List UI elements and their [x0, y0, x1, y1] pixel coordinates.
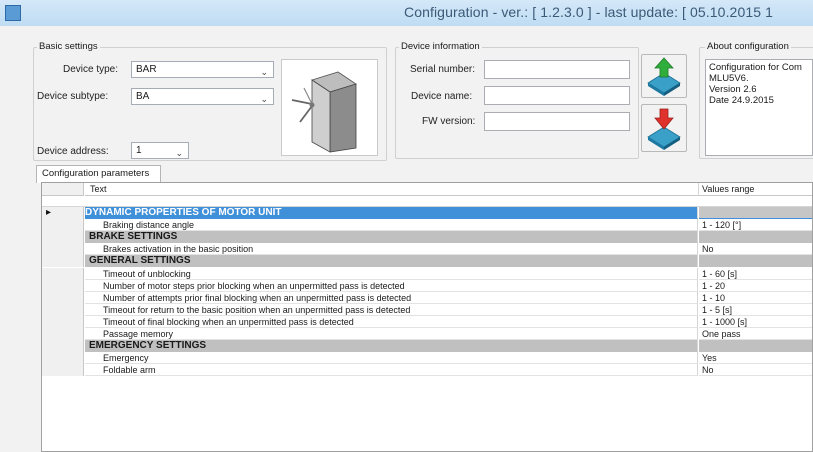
row-text-cell: Timeout of unblocking	[85, 267, 698, 280]
upload-arrow-icon	[647, 57, 681, 96]
row-text-cell: DYNAMIC PROPERTIES OF MOTOR UNIT	[85, 207, 698, 219]
column-header-text[interactable]: Text	[85, 183, 699, 196]
row-header-cell[interactable]	[42, 328, 84, 340]
parameters-grid[interactable]: Text Values range ▸ DYNAMIC PROPERTIES OF…	[41, 182, 813, 452]
chevron-down-icon: ⌄	[175, 148, 183, 158]
row-value-cell[interactable]	[699, 207, 812, 219]
row-value-cell[interactable]	[699, 340, 812, 353]
row-value-cell[interactable]: 1 - 5 [s]	[699, 304, 812, 316]
device-type-value: BAR	[136, 64, 157, 75]
chevron-down-icon: ⌄	[260, 94, 268, 104]
section-row[interactable]: EMERGENCY SETTINGS	[42, 340, 812, 353]
section-row[interactable]: ▸ DYNAMIC PROPERTIES OF MOTOR UNIT	[42, 207, 812, 219]
row-value-cell[interactable]: 1 - 20	[699, 280, 812, 292]
row-value-cell[interactable]: 1 - 60 [s]	[699, 268, 812, 280]
row-header-cell[interactable]: ▸	[42, 207, 84, 219]
tab-configuration-parameters[interactable]: Configuration parameters	[36, 165, 161, 183]
serial-number-field[interactable]	[484, 60, 630, 79]
row-text-cell: GENERAL SETTINGS	[85, 255, 698, 268]
serial-number-label: Serial number:	[410, 64, 476, 75]
table-row[interactable]: Braking distance angle 1 - 120 [°]	[42, 219, 812, 232]
device-type-select[interactable]: BAR ⌄	[131, 61, 274, 78]
section-row[interactable]: BRAKE SETTINGS	[42, 231, 812, 244]
row-text-cell: Braking distance angle	[85, 219, 698, 232]
table-row[interactable]: Number of motor steps prior blocking whe…	[42, 279, 812, 292]
row-value-cell[interactable]	[699, 255, 812, 268]
row-value-cell[interactable]: 1 - 120 [°]	[699, 219, 812, 232]
fw-version-label: FW version:	[422, 116, 476, 127]
device-name-field[interactable]	[484, 86, 630, 105]
row-header-cell[interactable]	[42, 303, 84, 316]
table-row[interactable]: Timeout of unblocking 1 - 60 [s]	[42, 267, 812, 280]
device-subtype-select[interactable]: BA ⌄	[131, 88, 274, 105]
row-value-cell[interactable]: No	[699, 364, 812, 377]
row-value-cell[interactable]: 1 - 10	[699, 292, 812, 304]
basic-settings-label: Basic settings	[37, 41, 100, 52]
row-header-cell[interactable]	[42, 364, 84, 377]
window-title: Configuration - ver.: [ 1.2.3.0 ] - last…	[404, 4, 773, 20]
row-header-column	[42, 183, 84, 196]
row-header-cell[interactable]	[42, 291, 84, 304]
row-header-cell[interactable]	[42, 352, 84, 365]
row-text-cell: Number of motor steps prior blocking whe…	[85, 279, 698, 292]
row-text-cell: Number of attempts prior final blocking …	[85, 291, 698, 304]
chevron-down-icon: ⌄	[260, 67, 268, 77]
about-text: Configuration for Com MLU5V6. Version 2.…	[705, 59, 813, 156]
row-header-cell[interactable]	[42, 315, 84, 328]
upload-button[interactable]	[641, 54, 687, 98]
row-header-cell[interactable]	[42, 267, 84, 280]
table-row[interactable]: Brakes activation in the basic position N…	[42, 243, 812, 256]
row-header-cell[interactable]	[42, 231, 84, 244]
row-header-cell[interactable]	[42, 243, 84, 256]
column-header-values-range[interactable]: Values range	[699, 183, 812, 196]
turnstile-icon	[291, 71, 357, 153]
row-text-cell: BRAKE SETTINGS	[85, 231, 698, 244]
row-text-cell: Timeout for return to the basic position…	[85, 303, 698, 316]
device-information-label: Device information	[399, 41, 482, 52]
download-button[interactable]	[641, 104, 687, 152]
row-text-cell: Emergency	[85, 352, 698, 365]
row-value-cell[interactable]: Yes	[699, 352, 812, 365]
row-text-cell: Passage memory	[85, 328, 698, 340]
table-row[interactable]: Number of attempts prior final blocking …	[42, 291, 812, 304]
turnstile-image	[281, 59, 378, 156]
current-row-indicator-icon: ▸	[46, 207, 52, 218]
device-type-label: Device type:	[63, 64, 119, 75]
row-value-cell[interactable]	[699, 231, 812, 244]
row-header-cell[interactable]	[42, 279, 84, 292]
table-row[interactable]: Foldable arm No	[42, 364, 812, 377]
row-header-cell[interactable]	[42, 340, 84, 353]
table-row[interactable]: Passage memory One pass	[42, 328, 812, 340]
download-arrow-icon	[647, 108, 681, 150]
device-subtype-value: BA	[136, 91, 150, 102]
row-text-cell: Timeout of final blocking when an unperm…	[85, 315, 698, 328]
table-row[interactable]: Timeout of final blocking when an unperm…	[42, 315, 812, 328]
device-subtype-label: Device subtype:	[37, 91, 109, 102]
row-text-cell: EMERGENCY SETTINGS	[85, 340, 698, 353]
table-row[interactable]: Emergency Yes	[42, 352, 812, 365]
device-address-value: 1	[136, 145, 142, 156]
row-value-cell[interactable]: No	[699, 243, 812, 256]
row-header-cell[interactable]	[42, 219, 84, 232]
column-header-spacer	[42, 196, 812, 207]
table-row[interactable]: Timeout for return to the basic position…	[42, 303, 812, 316]
device-address-select[interactable]: 1 ⌄	[131, 142, 189, 159]
title-bar: Configuration - ver.: [ 1.2.3.0 ] - last…	[0, 0, 813, 27]
row-header-cell[interactable]	[42, 255, 84, 268]
row-text-cell: Brakes activation in the basic position	[85, 243, 698, 256]
row-value-cell[interactable]: One pass	[699, 328, 812, 340]
device-name-label: Device name:	[411, 91, 473, 102]
fw-version-field[interactable]	[484, 112, 630, 131]
about-configuration-label: About configuration	[705, 41, 791, 52]
row-value-cell[interactable]: 1 - 1000 [s]	[699, 316, 812, 328]
row-text-cell: Foldable arm	[85, 364, 698, 377]
app-icon	[5, 5, 21, 21]
device-address-label: Device address:	[37, 146, 109, 157]
section-row[interactable]: GENERAL SETTINGS	[42, 255, 812, 268]
